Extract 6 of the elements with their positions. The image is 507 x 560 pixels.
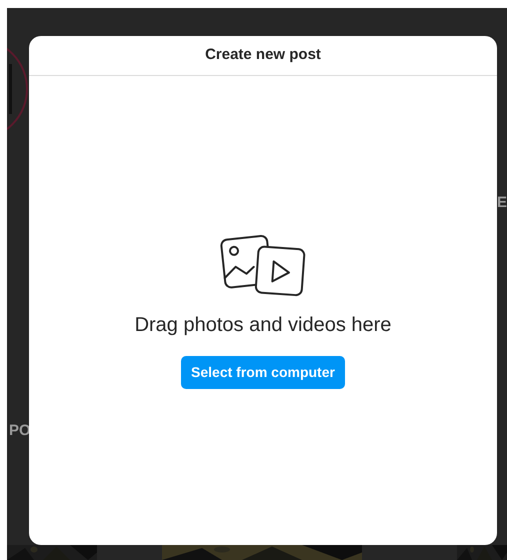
dialog-title: Create new post (205, 45, 321, 66)
select-button[interactable]: Select from computer (181, 356, 345, 389)
drag-message: Drag photos and videos here (134, 313, 392, 338)
backdrop-text: E (497, 193, 507, 213)
backdrop-text: PO (9, 421, 31, 441)
photo-video-icon (219, 232, 307, 298)
